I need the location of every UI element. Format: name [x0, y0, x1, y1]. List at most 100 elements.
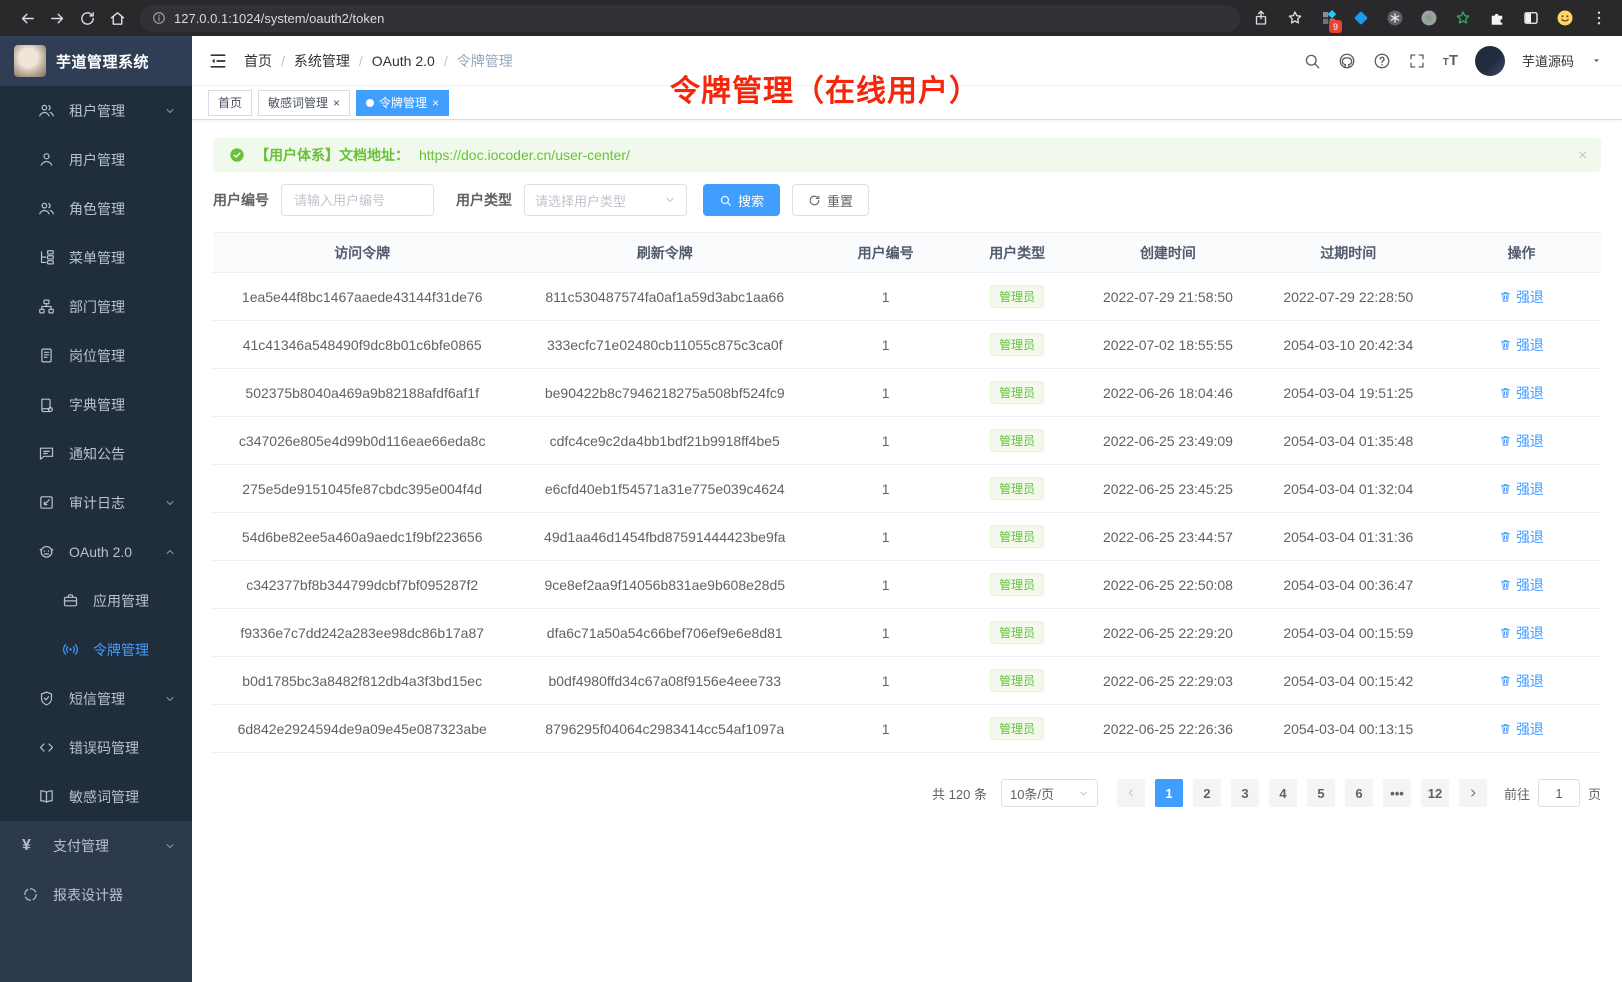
user-type-select[interactable]: 请选择用户类型 [524, 184, 687, 216]
browser-menu-icon[interactable] [1588, 7, 1610, 29]
page-size-select[interactable]: 10条/页 [1001, 779, 1098, 807]
force-logout-button[interactable]: 强退 [1499, 575, 1544, 595]
code-icon [38, 739, 55, 756]
page-button-12[interactable]: 12 [1421, 779, 1449, 807]
sitemap-icon [38, 298, 55, 315]
user-id-input[interactable] [281, 184, 434, 216]
user-type-cell: 管理员 [953, 513, 1081, 561]
page-button-3[interactable]: 3 [1231, 779, 1259, 807]
page-button-4[interactable]: 4 [1269, 779, 1297, 807]
split-view-icon[interactable] [1520, 7, 1542, 29]
expires-at-cell: 2054-03-04 19:51:25 [1255, 369, 1442, 417]
extension-dot-icon[interactable] [1418, 7, 1440, 29]
browser-home-icon[interactable] [102, 4, 132, 32]
sidebar-item-label: 短信管理 [69, 689, 125, 709]
sidebar-item-notice-announcement[interactable]: 通知公告 [0, 429, 192, 478]
force-logout-button[interactable]: 强退 [1499, 527, 1544, 547]
sidebar-item-post-management[interactable]: 岗位管理 [0, 331, 192, 380]
search-icon[interactable] [1303, 52, 1321, 70]
tab-sensitive-word[interactable]: 敏感词管理× [258, 90, 350, 116]
doc-alert: 【用户体系】文档地址： https://doc.iocoder.cn/user-… [213, 138, 1601, 172]
prev-page-button[interactable] [1117, 779, 1145, 807]
tab-close-icon[interactable]: × [333, 97, 340, 109]
trash-icon [1499, 482, 1512, 495]
profile-avatar-icon[interactable] [1554, 7, 1576, 29]
github-icon[interactable] [1338, 52, 1356, 70]
browser-forward-icon[interactable] [42, 4, 72, 32]
force-logout-button[interactable]: 强退 [1499, 431, 1544, 451]
user-type-cell: 管理员 [953, 561, 1081, 609]
user-name[interactable]: 芋道源码 [1522, 51, 1574, 70]
sidebar-item-report-designer[interactable]: 报表设计器 [0, 870, 192, 919]
sidebar-item-dict-management[interactable]: 字典管理 [0, 380, 192, 429]
font-size-icon[interactable]: TT [1443, 52, 1458, 69]
sidebar-item-menu-management[interactable]: 菜单管理 [0, 233, 192, 282]
access-token-cell: 502375b8040a469a9b82188afdf6af1f [213, 369, 511, 417]
reset-button[interactable]: 重置 [792, 184, 869, 216]
refresh-token-cell: cdfc4ce9c2da4bb1bdf21b9918ff4be5 [511, 417, 818, 465]
sidebar-item-user-management[interactable]: 用户管理 [0, 135, 192, 184]
breadcrumb-item[interactable]: 系统管理 [294, 51, 350, 71]
sidebar-item-sms-management[interactable]: 短信管理 [0, 674, 192, 723]
browser-reload-icon[interactable] [72, 4, 102, 32]
sidebar-item-token-management[interactable]: 令牌管理 [0, 625, 192, 674]
actions-cell: 强退 [1442, 369, 1601, 417]
next-page-button[interactable] [1459, 779, 1487, 807]
access-token-cell: c347026e805e4d99b0d116eae66eda8c [213, 417, 511, 465]
trash-icon [1499, 674, 1512, 687]
force-logout-button[interactable]: 强退 [1499, 671, 1544, 691]
sidebar-item-role-management[interactable]: 角色管理 [0, 184, 192, 233]
extensions-puzzle-icon[interactable] [1486, 7, 1508, 29]
sidebar-item-dept-management[interactable]: 部门管理 [0, 282, 192, 331]
alert-close-icon[interactable]: × [1578, 147, 1587, 164]
breadcrumb-item[interactable]: 首页 [244, 51, 272, 71]
tab-token[interactable]: 令牌管理× [356, 90, 449, 116]
brand[interactable]: 芋道管理系统 [0, 36, 192, 86]
sidebar-item-label: 菜单管理 [69, 248, 125, 268]
reset-refresh-icon [808, 194, 821, 207]
help-icon[interactable] [1373, 52, 1391, 70]
browser-back-icon[interactable] [12, 4, 42, 32]
address-bar[interactable]: 127.0.0.1:1024/system/oauth2/token [140, 5, 1240, 32]
chevron-down-icon [164, 840, 176, 852]
force-logout-button[interactable]: 强退 [1499, 335, 1544, 355]
fullscreen-icon[interactable] [1408, 52, 1426, 70]
extension-asterisk-icon[interactable] [1384, 7, 1406, 29]
extension-diamond-icon[interactable] [1350, 7, 1372, 29]
page-button-6[interactable]: 6 [1345, 779, 1373, 807]
sidebar-item-sensitive-word-management[interactable]: 敏感词管理 [0, 772, 192, 821]
user-avatar[interactable] [1475, 46, 1505, 76]
share-icon[interactable] [1250, 7, 1272, 29]
table-row: 41c41346a548490f9dc8b01c6bfe0865333ecfc7… [213, 321, 1601, 369]
user-caret-down-icon[interactable] [1591, 55, 1602, 66]
sidebar-item-error-code-management[interactable]: 错误码管理 [0, 723, 192, 772]
search-button[interactable]: 搜索 [703, 184, 780, 216]
sidebar-item-app-management[interactable]: 应用管理 [0, 576, 192, 625]
sidebar-fold-icon[interactable] [208, 51, 228, 71]
table-row: 54d6be82ee5a460a9aedc1f9bf22365649d1aa46… [213, 513, 1601, 561]
signal-icon [62, 641, 79, 658]
sidebar-item-audit-log[interactable]: 审计日志 [0, 478, 192, 527]
breadcrumb-item[interactable]: OAuth 2.0 [372, 53, 435, 69]
sidebar-item-oauth2[interactable]: OAuth 2.0 [0, 527, 192, 576]
browser-extensions: 9 [1250, 7, 1610, 29]
tab-close-icon[interactable]: × [432, 97, 439, 109]
page-button-1[interactable]: 1 [1155, 779, 1183, 807]
page-button-5[interactable]: 5 [1307, 779, 1335, 807]
extension-star-icon[interactable] [1452, 7, 1474, 29]
force-logout-button[interactable]: 强退 [1499, 623, 1544, 643]
page-button-2[interactable]: 2 [1193, 779, 1221, 807]
bookmark-star-icon[interactable] [1284, 7, 1306, 29]
force-logout-button[interactable]: 强退 [1499, 719, 1544, 739]
force-logout-button[interactable]: 强退 [1499, 287, 1544, 307]
sidebar-item-tenant-management[interactable]: 租户管理 [0, 86, 192, 135]
pager-ellipsis[interactable]: ••• [1383, 779, 1411, 807]
sidebar-item-payment-management[interactable]: ¥支付管理 [0, 821, 192, 870]
sidebar-menu: 租户管理用户管理角色管理菜单管理部门管理岗位管理字典管理通知公告审计日志OAut… [0, 86, 192, 982]
alert-doc-link[interactable]: https://doc.iocoder.cn/user-center/ [419, 147, 630, 163]
tab-home[interactable]: 首页 [208, 90, 252, 116]
force-logout-button[interactable]: 强退 [1499, 479, 1544, 499]
force-logout-button[interactable]: 强退 [1499, 383, 1544, 403]
goto-page-input[interactable] [1538, 779, 1580, 807]
site-info-icon[interactable] [152, 11, 166, 25]
